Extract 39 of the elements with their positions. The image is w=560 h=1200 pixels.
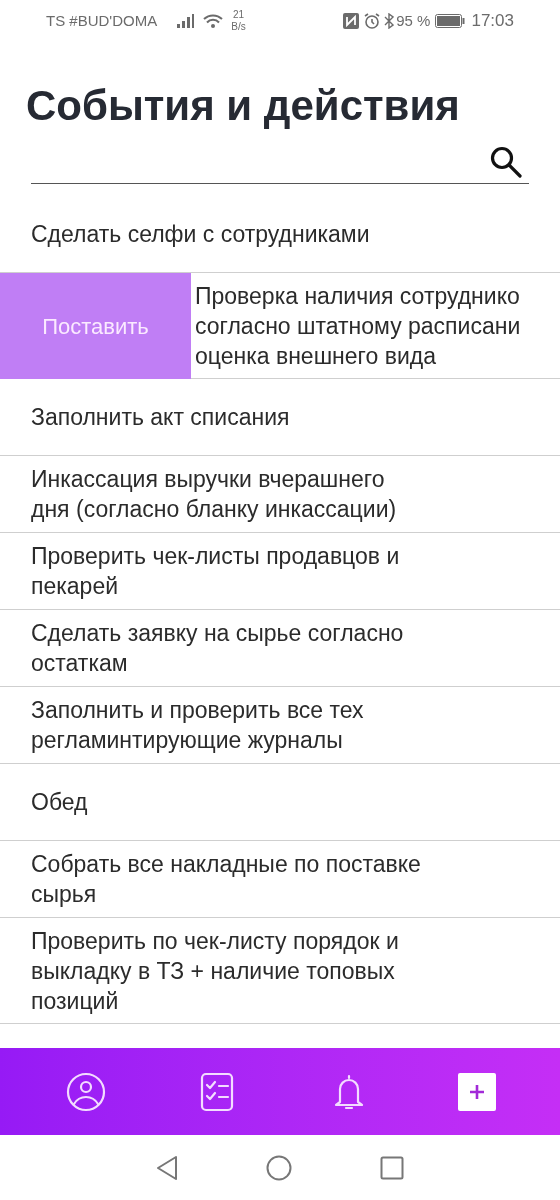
home-icon[interactable] [266,1154,292,1181]
task-row[interactable]: Инкассация выручки вчерашнего дня (согласно бланку инкассации) [0,456,560,533]
task-row[interactable]: Проверить по чек-листу порядок и выкладку в ТЗ + наличие топовых позиций [0,918,560,1024]
speed-unit: B/s [231,21,246,33]
task-text: Собрать все накладные по поставке сырья [31,850,421,909]
carrier-name: ТS #BUD'DOMA [46,10,158,31]
task-row[interactable]: Проверка наличия сотруднико согласно штатному расписани оценка внешнего вида [191,273,560,379]
task-text: Заполнить и проверить все тех регламинтирующие журналы [31,696,364,755]
task-row[interactable]: Обед [0,764,560,841]
task-text: Сделать заявку на сырье согласно остаткам [31,619,404,678]
battery-percent: 95 % [396,10,431,31]
task-row[interactable]: Заполнить и проверить все тех регламинтирующие журналы [0,687,560,764]
battery-icon [435,14,466,28]
task-text: Проверить по чек-листу порядок и выкладку в ТЗ + наличие топовых позиций [31,926,399,1016]
task-text: Заполнить акт списания [31,403,290,432]
nfc-icon [343,13,360,29]
task-text: Инкассация выручки вчерашнего дня (согласно бланку инкассации) [31,465,397,524]
recents-icon[interactable] [380,1155,404,1180]
profile-icon [65,1071,106,1112]
clock-time: 17:03 [471,10,514,33]
task-text: Обед [31,788,88,817]
alarm-icon [364,13,381,29]
checklist-icon [200,1071,235,1112]
back-icon[interactable] [156,1154,178,1181]
speed-value: 21 [232,9,244,21]
task-text: Проверить чек-листы продавцов и пекарей [31,542,400,601]
task-row[interactable]: Проверить чек-листы продавцов и пекарей [0,533,560,610]
task-row[interactable]: Собрать все накладные по поставке сырья [0,841,560,918]
task-row[interactable]: Сделать заявку на сырье согласно остаткам [0,610,560,687]
plus-icon [469,1083,486,1100]
search-icon [489,144,523,179]
task-text: Сделать селфи с сотрудниками [31,220,370,249]
signal-icon [177,14,196,28]
bluetooth-icon [384,13,395,29]
wifi-icon [203,13,224,29]
page-title: События и действия [25,81,461,131]
task-row[interactable]: Заполнить акт списания [0,379,560,456]
add-button[interactable] [458,1072,497,1111]
task-text: Проверка наличия сотруднико согласно штатному расписани оценка внешнего вида [195,281,521,371]
